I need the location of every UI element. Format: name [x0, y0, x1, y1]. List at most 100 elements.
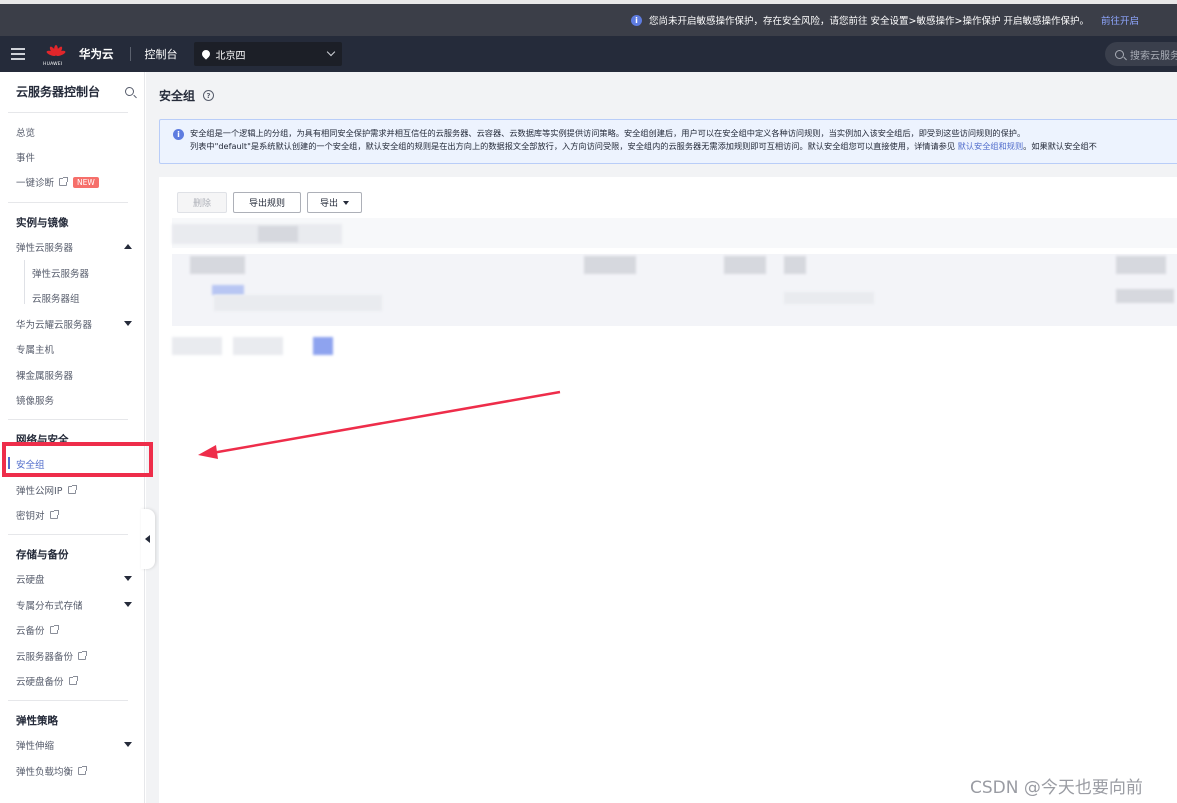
- export-dropdown-button[interactable]: 导出: [307, 192, 362, 213]
- blurred-link[interactable]: [212, 285, 244, 295]
- sidebar-item-ecs-backup[interactable]: 云服务器备份: [16, 649, 88, 663]
- default-rules-link[interactable]: 默认安全组和规则: [958, 141, 1024, 151]
- new-badge: NEW: [73, 176, 99, 188]
- divider: [129, 47, 131, 61]
- notice-text: 您尚未开启敏感操作保护，存在安全风险，请您前往 安全设置>敏感操作>操作保护 开…: [649, 16, 1089, 27]
- console-link[interactable]: 控制台: [145, 46, 178, 62]
- sidebar-item-keypair[interactable]: 密钥对: [16, 508, 59, 522]
- caret-down-icon: [343, 200, 349, 205]
- sidebar-item-image[interactable]: 镜像服务: [16, 393, 54, 407]
- sidebar-item-dedicated-host[interactable]: 专属主机: [16, 342, 54, 356]
- menu-icon[interactable]: [11, 48, 25, 60]
- chevron-down-icon: [326, 47, 335, 57]
- sidebar-item-eip[interactable]: 弹性公网IP: [16, 483, 77, 497]
- page-title: 安全组 ?: [159, 87, 215, 104]
- blurred-cell: [584, 256, 636, 274]
- expand-arrow-icon[interactable]: [124, 602, 132, 607]
- region-selector[interactable]: 北京四: [193, 42, 342, 66]
- sidebar-collapse-toggle[interactable]: [141, 509, 155, 569]
- external-link-icon: [68, 676, 78, 685]
- search-icon: [1115, 49, 1124, 59]
- external-link-icon: [78, 651, 88, 660]
- logo-text: HUAWEI: [43, 62, 63, 67]
- blurred-cell: [190, 256, 245, 274]
- sidebar-item-dss[interactable]: 专属分布式存储: [16, 598, 83, 612]
- sidebar-item-ecs-list[interactable]: 弹性云服务器: [32, 266, 89, 280]
- sensitive-operation-notice: i 您尚未开启敏感操作保护，存在安全风险，请您前往 安全设置>敏感操作>操作保护…: [0, 0, 1177, 36]
- blurred-text: [258, 226, 298, 242]
- blurred-cell: [1116, 256, 1166, 274]
- sidebar-item-label: 云服务器备份: [16, 652, 74, 663]
- sidebar-item-label: 云备份: [16, 626, 45, 637]
- sidebar-item-label: 弹性负载均衡: [16, 767, 74, 778]
- blurred-page-current[interactable]: [313, 337, 333, 355]
- divider: [8, 700, 128, 701]
- sidebar-item-flexus[interactable]: 华为云耀云服务器: [16, 317, 92, 331]
- blurred-cell: [724, 256, 766, 274]
- sidebar-item-diagnose[interactable]: 一键诊断 NEW: [16, 175, 99, 189]
- alert-line-2: 列表中"default"是系统默认创建的一个安全组，默认安全组的规则是在出方向上…: [190, 140, 1177, 153]
- external-link-icon: [59, 177, 69, 186]
- enable-protection-link[interactable]: 前往开启: [1101, 13, 1139, 27]
- group-policy: 弹性策略: [16, 715, 58, 727]
- highlight-annotation-box: [2, 442, 153, 477]
- expand-arrow-icon[interactable]: [124, 742, 132, 747]
- info-icon: i: [631, 14, 643, 26]
- blurred-pagination: [172, 337, 222, 355]
- huawei-logo[interactable]: HUAWEI: [43, 44, 68, 67]
- sidebar-item-evs[interactable]: 云硬盘: [16, 572, 45, 586]
- sidebar-item-events[interactable]: 事件: [16, 150, 35, 164]
- info-alert: i 安全组是一个逻辑上的分组，为具有相同安全保护需求并相互信任的云服务器、云容器…: [159, 119, 1177, 164]
- tree-line: [24, 260, 25, 304]
- brand-name[interactable]: 华为云: [79, 46, 114, 62]
- sidebar-search-icon[interactable]: [125, 87, 134, 96]
- blurred-cell: [784, 292, 874, 304]
- divider: [8, 202, 128, 203]
- delete-button[interactable]: 删除: [177, 192, 227, 213]
- sidebar-item-as[interactable]: 弹性伸缩: [16, 738, 54, 752]
- collapse-arrow-icon[interactable]: [124, 244, 132, 249]
- blurred-pagination: [233, 337, 283, 355]
- global-search-input[interactable]: 搜索云服务: [1105, 42, 1177, 66]
- sidebar: 云服务器控制台 总览 事件 一键诊断 NEW 实例与镜像 弹性云服务器 弹性云服…: [0, 72, 145, 803]
- sidebar-item-label: 弹性公网IP: [16, 486, 63, 497]
- top-navigation-bar: HUAWEI 华为云 控制台 北京四 搜索云服务: [0, 36, 1177, 72]
- sidebar-item-cbr[interactable]: 云备份: [16, 623, 59, 637]
- alert-text: 列表中"default"是系统默认创建的一个安全组，默认安全组的规则是在出方向上…: [190, 141, 958, 151]
- sidebar-item-elb[interactable]: 弹性负载均衡: [16, 764, 88, 778]
- divider: [8, 534, 128, 535]
- group-instances: 实例与镜像: [16, 217, 69, 229]
- region-label: 北京四: [215, 50, 246, 62]
- alert-text: 。如果默认安全组不: [1023, 141, 1097, 151]
- blurred-cell: [784, 256, 806, 274]
- table-row[interactable]: [172, 254, 1177, 326]
- external-link-icon: [67, 485, 77, 494]
- sidebar-item-server-group[interactable]: 云服务器组: [32, 291, 80, 305]
- blurred-text: [172, 224, 342, 244]
- sidebar-item-overview[interactable]: 总览: [16, 125, 35, 139]
- sidebar-item-label: 一键诊断: [16, 178, 55, 189]
- group-storage: 存储与备份: [16, 549, 69, 561]
- export-rules-button[interactable]: 导出规则: [233, 192, 301, 213]
- sidebar-item-bms[interactable]: 裸金属服务器: [16, 368, 73, 382]
- external-link-icon: [78, 766, 88, 775]
- help-icon[interactable]: ?: [203, 90, 215, 101]
- blurred-cell: [1116, 289, 1174, 303]
- external-link-icon: [49, 510, 59, 519]
- blurred-cell: [214, 295, 382, 311]
- sidebar-item-evs-backup[interactable]: 云硬盘备份: [16, 674, 78, 688]
- page-title-text: 安全组: [159, 89, 196, 103]
- sidebar-item-label: 密钥对: [16, 511, 45, 522]
- external-link-icon: [49, 625, 59, 634]
- sidebar-item-ecs[interactable]: 弹性云服务器: [16, 240, 73, 254]
- watermark: CSDN @今天也要向前: [970, 778, 1143, 798]
- search-placeholder: 搜索云服务: [1130, 50, 1177, 62]
- sidebar-item-label: 云硬盘备份: [16, 677, 64, 688]
- expand-arrow-icon[interactable]: [124, 321, 132, 326]
- info-icon: i: [173, 129, 184, 140]
- export-label: 导出: [319, 199, 338, 209]
- divider: [8, 112, 128, 113]
- expand-arrow-icon[interactable]: [124, 576, 132, 581]
- alert-line-1: 安全组是一个逻辑上的分组，为具有相同安全保护需求并相互信任的云服务器、云容器、云…: [190, 128, 1026, 138]
- divider: [8, 419, 128, 420]
